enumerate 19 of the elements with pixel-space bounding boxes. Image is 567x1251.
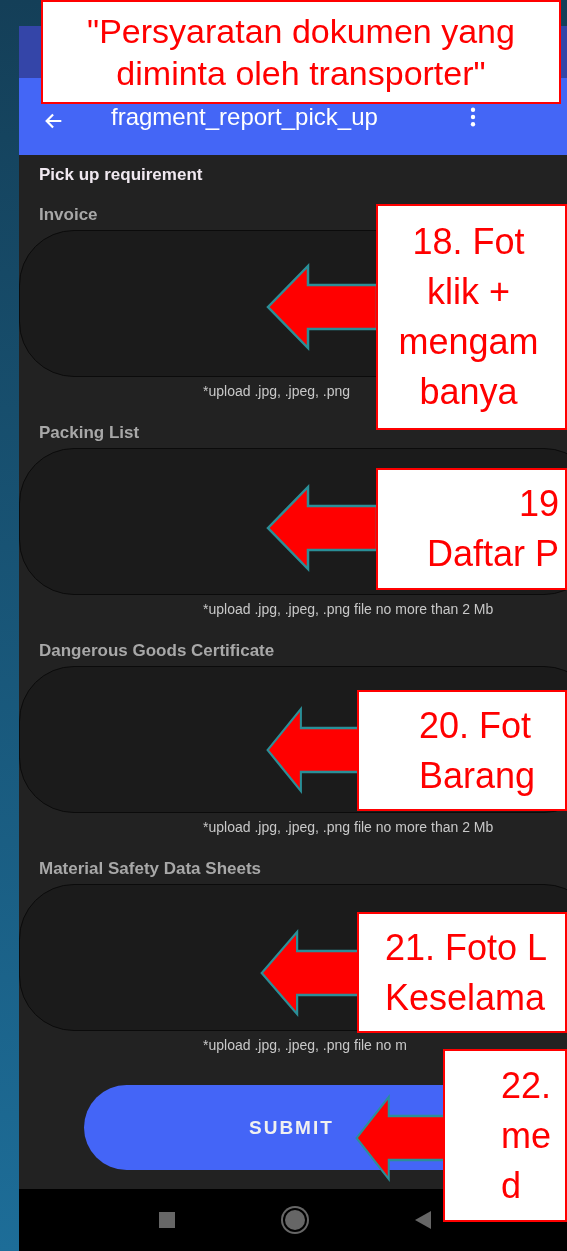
annotation-tooltip: 20. Fot Barang (357, 690, 567, 811)
home-icon[interactable] (285, 1210, 305, 1230)
annotation-tooltip: 21. Foto L Keselama (357, 912, 567, 1033)
upload-hint: *upload .jpg, .jpeg, .png file no m (203, 1037, 407, 1055)
annotation-tooltip: "Persyaratan dokumen yang diminta oleh transporter" (41, 0, 561, 104)
annotation-tooltip: 18. Fot klik + mengam banya (376, 204, 567, 430)
back-icon[interactable] (415, 1211, 431, 1229)
upload-hint: *upload .jpg, .jpeg, .png file no more than 2 Mb (203, 601, 494, 619)
annotation-tooltip: 19 Daftar P (376, 468, 567, 590)
field-label: Dangerous Goods Certificate (38, 641, 276, 662)
section-heading: Pick up requirement (38, 165, 204, 186)
screen-title: fragment_report_pick_up (111, 102, 378, 131)
more-options-icon[interactable] (469, 106, 476, 127)
field-label: Packing List (38, 423, 141, 444)
upload-hint: *upload .jpg, .jpeg, .png file no more than 2 Mb (203, 819, 494, 837)
annotation-tooltip: 22. me d (443, 1049, 567, 1222)
field-label: Invoice (38, 205, 99, 226)
field-label: Material Safety Data Sheets (38, 859, 263, 880)
upload-hint: *upload .jpg, .jpeg, .png (203, 383, 351, 401)
